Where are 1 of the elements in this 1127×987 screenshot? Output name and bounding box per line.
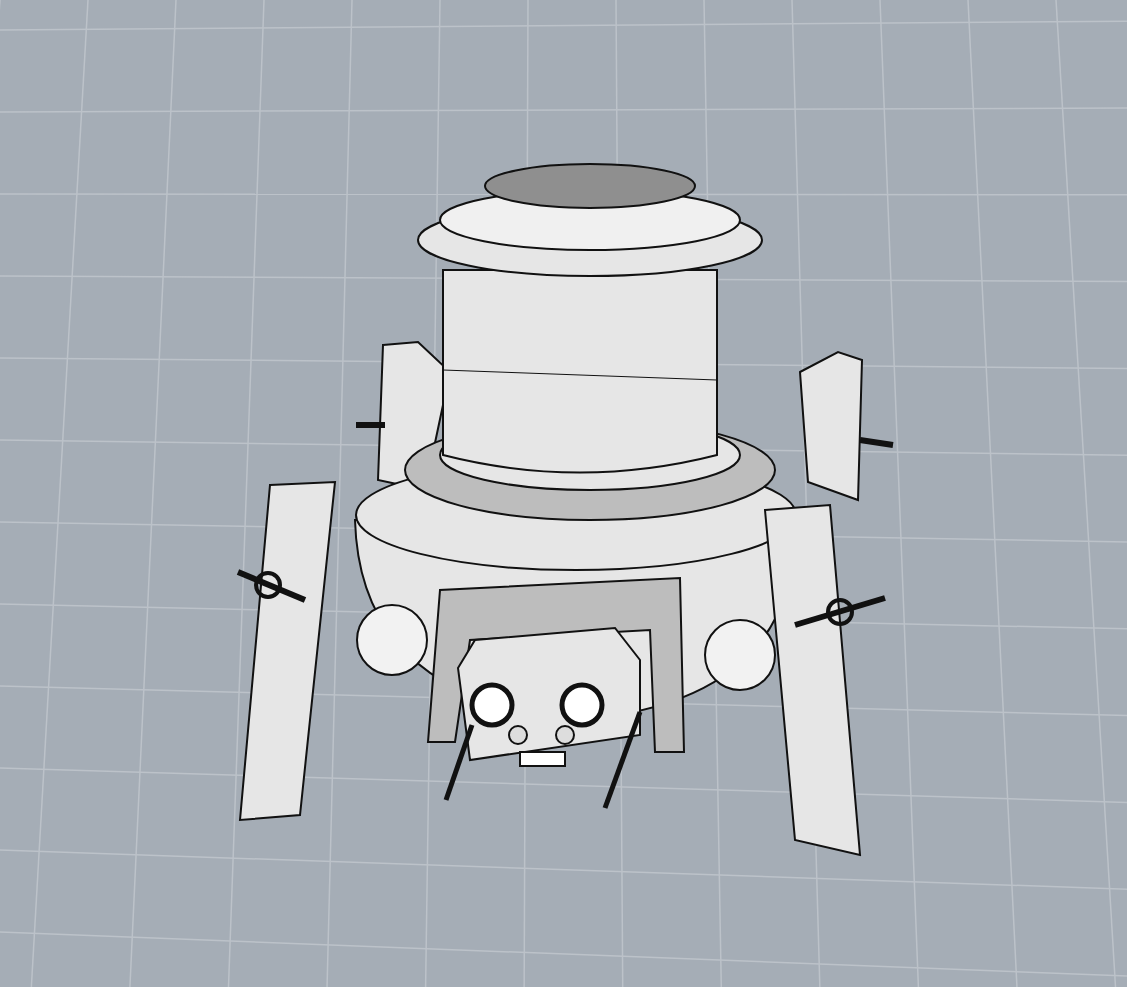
viewport-canvas[interactable] <box>0 0 1127 987</box>
